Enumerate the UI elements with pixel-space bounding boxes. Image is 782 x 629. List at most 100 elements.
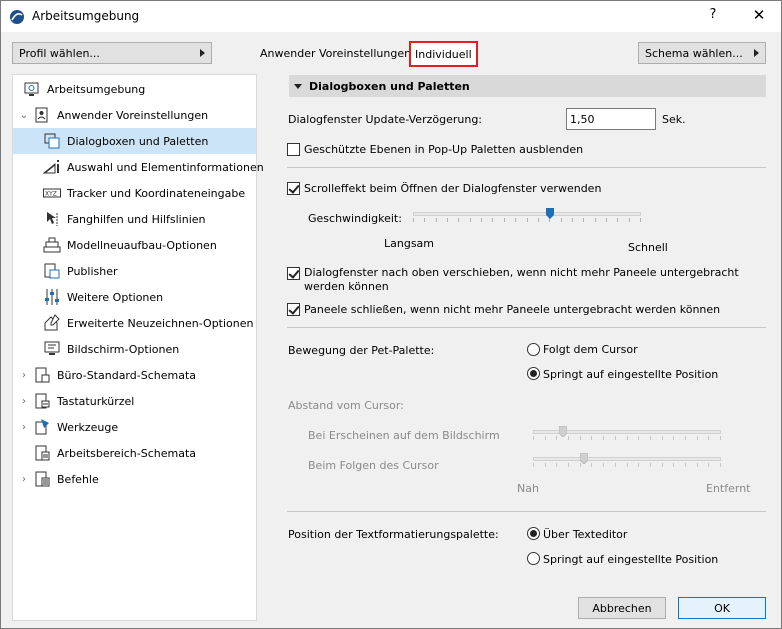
pet-follow-label: Folgt dem Cursor: [543, 343, 638, 356]
tree-item-label: Büro-Standard-Schemata: [57, 368, 196, 382]
update-delay-input[interactable]: 1,50: [566, 108, 656, 130]
cancel-button[interactable]: Abbrechen: [578, 597, 666, 619]
text-jump-label: Springt auf eingestellte Position: [543, 553, 719, 566]
tree-item-label: Weitere Optionen: [67, 290, 164, 304]
tree-item-label: Arbeitsbereich-Schemata: [57, 446, 197, 460]
arrow-right-icon: [754, 49, 759, 57]
tree-item-label: Fanghilfen und Hilfslinien: [67, 212, 206, 226]
tree-item-tracker[interactable]: XYZ Tracker und Koordinateneingabe: [13, 180, 256, 206]
model-rebuild-icon: [43, 237, 61, 253]
close-panels-checkbox[interactable]: [287, 303, 300, 316]
tools-icon: [35, 419, 49, 435]
tree-item-tastaturkuerzel[interactable]: › Tastaturkürzel: [13, 388, 256, 414]
speed-slider-thumb[interactable]: [545, 208, 554, 219]
speed-fast-label: Schnell: [628, 241, 668, 254]
text-palette-label: Position der Textformatierungspalette:: [288, 528, 499, 541]
pet-palette-label: Bewegung der Pet-Palette:: [288, 344, 435, 357]
speed-slider-track[interactable]: [413, 212, 641, 216]
divider: [287, 167, 766, 168]
collapse-triangle-icon: [294, 83, 302, 89]
tree-item-neuzeichnen[interactable]: Erweiterte Neuzeichnen-Optionen: [13, 310, 256, 336]
dialog-palettes-icon: [44, 133, 60, 149]
hide-protected-layers-label: Geschützte Ebenen in Pop-Up Paletten aus…: [304, 143, 584, 156]
text-jump-radio[interactable]: [527, 552, 540, 565]
text-over-editor-radio[interactable]: [527, 527, 540, 540]
screen-options-icon: [44, 341, 60, 355]
commands-icon: [35, 471, 50, 487]
cursor-distance-label: Abstand vom Cursor:: [288, 399, 404, 412]
tree-item-label: Befehle: [57, 472, 99, 486]
move-up-label: Dialogfenster nach oben verschieben, wen…: [304, 266, 739, 293]
tree-item-label: Publisher: [67, 264, 118, 278]
tree-item-label: Erweiterte Neuzeichnen-Optionen: [67, 316, 254, 330]
keyboard-shortcuts-icon: [35, 393, 50, 409]
appear-distance-label: Bei Erscheinen auf dem Bildschirm: [308, 429, 500, 442]
close-panels-label: Paneele schließen, wenn nicht mehr Panee…: [304, 303, 721, 316]
tree-item-label: Modellneuaufbau-Optionen: [67, 238, 217, 252]
tree-item-anwender-voreinstellungen[interactable]: ⌄ Anwender Voreinstellungen: [13, 102, 256, 128]
chevron-right-icon[interactable]: ›: [19, 422, 29, 433]
tree-item-label: Werkzeuge: [57, 420, 119, 434]
tree-item-dialogboxen[interactable]: Dialogboxen und Paletten: [13, 128, 256, 154]
selection-info-icon: [43, 160, 59, 174]
update-delay-label: Dialogfenster Update-Verzögerung:: [288, 113, 483, 126]
tree-item-arbeitsbereich[interactable]: Arbeitsbereich-Schemata: [13, 440, 256, 466]
preferences-window: Arbeitsumgebung ? ✕ Profil wählen... Anw…: [0, 0, 782, 629]
tree-item-modellneuaufbau[interactable]: Modellneuaufbau-Optionen: [13, 232, 256, 258]
divider: [287, 327, 766, 328]
divider: [287, 511, 766, 512]
move-up-checkbox[interactable]: [287, 267, 300, 280]
tree-item-arbeitsumgebung[interactable]: Arbeitsumgebung: [13, 76, 256, 102]
pet-follow-radio[interactable]: [527, 343, 540, 356]
speed-slow-label: Langsam: [384, 237, 435, 250]
tree-item-label: Arbeitsumgebung: [47, 82, 146, 96]
appear-distance-slider-thumb[interactable]: [559, 426, 568, 437]
close-button[interactable]: ✕: [745, 6, 773, 26]
tree-item-bildschirm[interactable]: Bildschirm-Optionen: [13, 336, 256, 362]
user-prefs-label: Anwender Voreinstellungen :: [260, 47, 419, 60]
pet-jump-label: Springt auf eingestellte Position: [543, 368, 719, 381]
schema-select-label: Schema wählen...: [645, 46, 743, 60]
tree-item-befehle[interactable]: › Befehle: [13, 466, 256, 492]
profile-select-label: Profil wählen...: [19, 46, 100, 60]
tree-item-publisher[interactable]: Publisher: [13, 258, 256, 284]
hide-protected-layers-checkbox[interactable]: [287, 143, 300, 156]
tree-item-auswahl[interactable]: Auswahl und Elementinformationen: [13, 154, 264, 180]
tree-item-label: Anwender Voreinstellungen: [57, 108, 209, 122]
schema-select-button[interactable]: Schema wählen...: [638, 42, 766, 64]
tree-item-label: Tracker und Koordinateneingabe: [67, 186, 246, 200]
speed-label: Geschwindigkeit:: [308, 212, 402, 225]
window-title: Arbeitsumgebung: [32, 9, 140, 23]
more-options-icon: [45, 289, 59, 305]
tree-item-buero-standard[interactable]: › Büro-Standard-Schemata: [13, 362, 256, 388]
ok-button[interactable]: OK: [678, 597, 766, 619]
tree-item-werkzeuge[interactable]: › Werkzeuge: [13, 414, 256, 440]
chevron-right-icon[interactable]: ›: [19, 474, 29, 485]
chevron-right-icon[interactable]: ›: [19, 396, 29, 407]
follow-distance-label: Beim Folgen des Cursor: [308, 459, 439, 472]
chevron-down-icon[interactable]: ⌄: [19, 110, 29, 121]
pet-jump-radio[interactable]: [527, 367, 540, 380]
far-label: Entfernt: [706, 482, 751, 495]
section-header[interactable]: Dialogboxen und Paletten: [289, 75, 766, 97]
user-prefs-value: Individuell: [409, 41, 478, 67]
help-button[interactable]: ?: [699, 7, 727, 27]
user-prefs-icon: [35, 107, 48, 123]
svg-text:XYZ: XYZ: [45, 191, 57, 198]
section-title: Dialogboxen und Paletten: [309, 79, 470, 93]
settings-tree: Arbeitsumgebung ⌄ Anwender Voreinstellun…: [12, 74, 264, 621]
redraw-options-icon: [44, 314, 60, 331]
tree-item-fanghilfen[interactable]: Fanghilfen und Hilfslinien: [13, 206, 256, 232]
scroll-effect-checkbox[interactable]: [287, 182, 300, 195]
follow-distance-slider-thumb[interactable]: [579, 453, 588, 464]
follow-distance-slider-track[interactable]: [533, 457, 721, 461]
app-logo-icon: [10, 10, 24, 24]
chevron-right-icon[interactable]: ›: [19, 370, 29, 381]
text-over-editor-label: Über Texteditor: [543, 528, 628, 541]
tree-item-weitere-optionen[interactable]: Weitere Optionen: [13, 284, 256, 310]
speed-slider-ticks: [413, 218, 641, 222]
profile-select-button[interactable]: Profil wählen...: [12, 42, 212, 64]
title-bar: Arbeitsumgebung ? ✕: [1, 1, 781, 32]
follow-distance-slider-ticks: [533, 463, 721, 467]
tracker-xyz-icon: XYZ: [43, 188, 61, 198]
